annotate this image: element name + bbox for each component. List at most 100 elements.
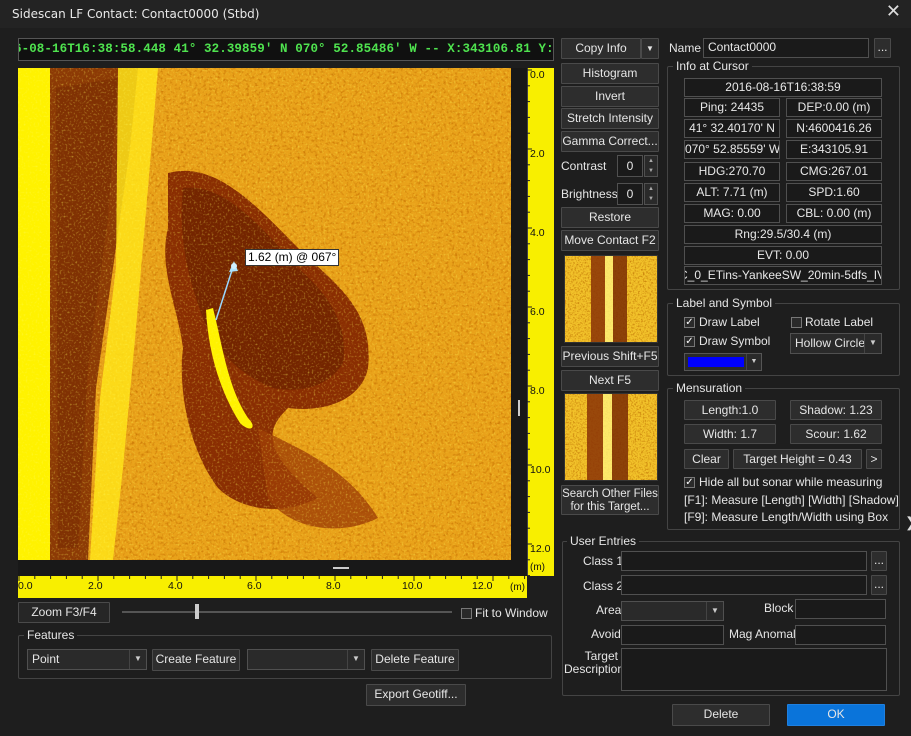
name-more-button[interactable]: ... (874, 38, 891, 58)
feature-type-value: Point (32, 652, 60, 666)
avoid-label: Avoid (591, 627, 621, 641)
vertical-scrollbar[interactable] (511, 68, 527, 560)
block-label: Block (764, 601, 794, 615)
features-title: Features (24, 628, 78, 642)
info-dep: DEP:0.00 (m) (786, 98, 882, 117)
info-mag: MAG: 0.00 (684, 204, 780, 223)
avoid-input[interactable] (621, 625, 724, 645)
chevron-down-icon: ▼ (129, 650, 146, 669)
contrast-stepper[interactable]: ▲ ▼ (644, 155, 658, 177)
export-geotiff-button[interactable]: Export Geotiff... (366, 684, 466, 706)
ok-button[interactable]: OK (787, 704, 885, 726)
symbol-select[interactable]: Hollow Circle ▼ (790, 333, 882, 354)
zoom-button[interactable]: Zoom F3/F4 (18, 602, 110, 623)
area-select[interactable]: ▼ (621, 601, 724, 621)
vertical-scroll-thumb[interactable] (518, 400, 520, 416)
info-time: 2016-08-16T16:38:59 (684, 78, 882, 97)
x-tick: 10.0 (402, 580, 423, 592)
width-button[interactable]: Width: 1.7 (684, 424, 776, 444)
class2-label: Class 2 (583, 579, 624, 593)
scour-button[interactable]: Scour: 1.62 (790, 424, 882, 444)
restore-button[interactable]: Restore (561, 207, 659, 228)
create-feature-button[interactable]: Create Feature (152, 649, 240, 671)
target-height-button[interactable]: Target Height = 0.43 (733, 449, 862, 469)
y-tick: 10.0 (530, 464, 551, 476)
stepper-down-icon[interactable]: ▼ (645, 166, 657, 176)
class2-input[interactable] (621, 575, 867, 595)
invert-button[interactable]: Invert (561, 86, 659, 107)
brightness-stepper[interactable]: ▲ ▼ (644, 183, 658, 205)
mag-anomaly-input[interactable] (795, 625, 886, 645)
info-easting: E:343105.91 (786, 140, 882, 159)
class1-label: Class 1 (583, 554, 624, 568)
search-other-files-button[interactable]: Search Other Files for this Target... (561, 485, 659, 515)
info-hdg: HDG:270.70 (684, 162, 780, 181)
draw-symbol-checkbox[interactable]: ✓ (684, 336, 695, 347)
fit-to-window-checkbox[interactable] (461, 608, 472, 619)
class1-input[interactable] (621, 551, 867, 571)
target-description-label: Target Description (564, 649, 625, 676)
stepper-down-icon[interactable]: ▼ (645, 194, 657, 204)
y-unit: (m) (530, 562, 545, 573)
horizontal-ruler: 0.0 2.0 4.0 6.0 8.0 10.0 12.0 (18, 576, 527, 598)
class1-more-button[interactable]: ... (871, 551, 887, 571)
x-tick: 4.0 (168, 580, 183, 592)
target-height-more-button[interactable]: > (866, 449, 882, 469)
hide-all-checkbox[interactable]: ✓ (684, 477, 695, 488)
stretch-intensity-button[interactable]: Stretch Intensity (561, 108, 659, 129)
info-lon: 070° 52.85559' W (684, 140, 780, 159)
shadow-button[interactable]: Shadow: 1.23 (790, 400, 882, 420)
symbol-color-swatch (688, 357, 744, 367)
move-contact-button[interactable]: Move Contact F2 (561, 230, 659, 251)
chevron-down-icon: ▼ (746, 354, 761, 370)
previous-button[interactable]: Previous Shift+F5 (561, 346, 659, 367)
draw-label-checkbox[interactable]: ✓ (684, 317, 695, 328)
next-button[interactable]: Next F5 (561, 370, 659, 391)
window-title: Sidescan LF Contact: Contact0000 (Stbd) (12, 7, 260, 21)
horizontal-scrollbar[interactable] (18, 560, 527, 576)
brightness-input[interactable]: 0 (617, 183, 643, 205)
cursor-arrow-icon: ❯ (905, 514, 911, 531)
block-input[interactable] (795, 599, 886, 619)
y-tick: 0.0 (530, 69, 545, 81)
vertical-ruler-ticks (527, 69, 532, 576)
close-icon[interactable]: ✕ (886, 1, 901, 22)
zoom-slider[interactable] (122, 604, 452, 619)
class2-more-button[interactable]: ... (871, 575, 887, 595)
stepper-up-icon[interactable]: ▲ (645, 156, 657, 166)
cursor-info-bar: 6-08-16T16:38:58.448 41° 32.39859' N 070… (18, 38, 554, 61)
measure-hint-f1: [F1]: Measure [Length] [Width] [Shadow] (684, 493, 899, 507)
delete-feature-button[interactable]: Delete Feature (371, 649, 459, 671)
feature-type-select[interactable]: Point ▼ (27, 649, 147, 670)
copy-info-button[interactable]: Copy Info (561, 38, 641, 59)
target-description-input[interactable] (621, 648, 887, 691)
stepper-up-icon[interactable]: ▲ (645, 184, 657, 194)
rotate-label-checkbox[interactable] (791, 317, 802, 328)
delete-button[interactable]: Delete (672, 704, 770, 726)
symbol-color-picker[interactable]: ▼ (684, 353, 762, 371)
draw-label-label: Draw Label (699, 315, 760, 329)
name-input[interactable]: Contact0000 (703, 38, 869, 58)
horizontal-scroll-thumb[interactable] (333, 567, 349, 569)
x-unit: (m) (510, 582, 525, 593)
x-tick: 8.0 (326, 580, 341, 592)
sonar-image-canvas[interactable] (18, 68, 511, 560)
zoom-slider-thumb[interactable] (194, 604, 199, 619)
length-button[interactable]: Length:1.0 (684, 400, 776, 420)
next-thumbnail-image (565, 394, 657, 480)
title-bar: Sidescan LF Contact: Contact0000 (Stbd) … (0, 0, 911, 28)
y-tick: 2.0 (530, 148, 545, 160)
info-northing: N:4600416.26 (786, 119, 882, 138)
previous-contact-thumbnail[interactable] (564, 255, 658, 343)
gamma-correct-button[interactable]: Gamma Correct... (561, 131, 659, 152)
feature-select[interactable]: ▼ (247, 649, 365, 670)
histogram-equalize-button[interactable]: Histogram Equalize (561, 63, 659, 99)
contrast-input[interactable]: 0 (617, 155, 643, 177)
info-lat: 41° 32.40170' N (684, 119, 780, 138)
x-tick: 6.0 (247, 580, 262, 592)
next-contact-thumbnail[interactable] (564, 393, 658, 481)
label-symbol-title: Label and Symbol (673, 296, 776, 310)
clear-button[interactable]: Clear (684, 449, 729, 469)
copy-info-dropdown[interactable]: ▼ (641, 38, 659, 59)
sonar-image[interactable]: 1.62 (m) @ 067° (18, 68, 511, 560)
